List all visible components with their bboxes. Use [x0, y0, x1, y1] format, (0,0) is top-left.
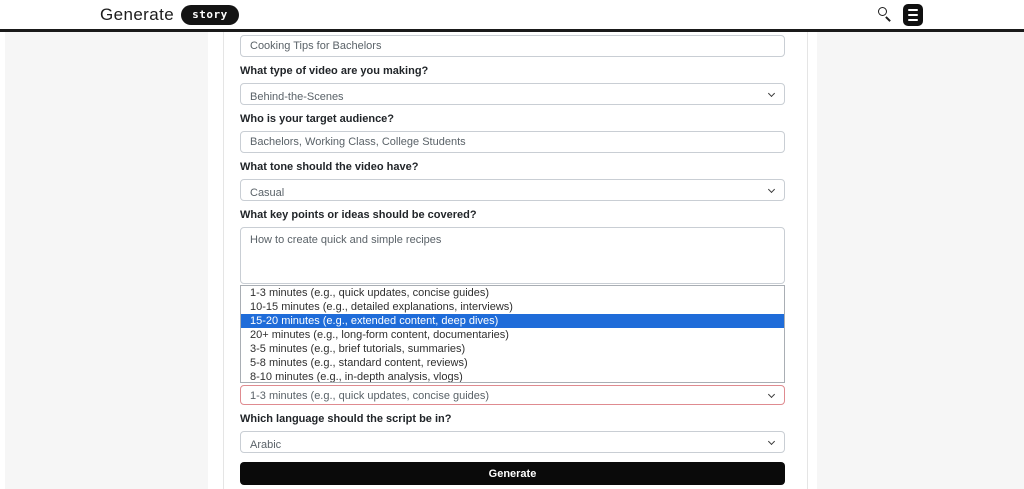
duration-option[interactable]: 3-5 minutes (e.g., brief tutorials, summ… — [241, 342, 784, 356]
generate-button[interactable]: Generate — [240, 462, 785, 485]
duration-option[interactable]: 15-20 minutes (e.g., extended content, d… — [241, 314, 784, 328]
audience-input[interactable] — [240, 131, 785, 153]
tone-label: What tone should the video have? — [240, 161, 419, 173]
duration-option[interactable]: 8-10 minutes (e.g., in-depth analysis, v… — [241, 370, 784, 382]
duration-option[interactable]: 5-8 minutes (e.g., standard content, rev… — [241, 356, 784, 370]
duration-dropdown-list: 1-3 minutes (e.g., quick updates, concis… — [240, 285, 785, 383]
video-type-select[interactable]: Behind-the-Scenes — [240, 83, 785, 105]
search-icon[interactable] — [878, 7, 893, 22]
key-points-label: What key points or ideas should be cover… — [240, 209, 477, 221]
story-form: What type of video are you making? Behin… — [240, 35, 785, 485]
journal-icon[interactable] — [903, 4, 923, 26]
duration-option[interactable]: 20+ minutes (e.g., long-form content, do… — [241, 328, 784, 342]
brand: Generate story — [100, 3, 239, 27]
story-badge: story — [181, 5, 239, 25]
language-select[interactable]: Arabic — [240, 431, 785, 453]
tone-value: Casual — [250, 187, 285, 199]
language-value: Arabic — [250, 439, 282, 451]
duration-option[interactable]: 1-3 minutes (e.g., quick updates, concis… — [241, 286, 784, 300]
duration-value: 1-3 minutes (e.g., quick updates, concis… — [250, 390, 490, 402]
duration-select[interactable]: 1-3 minutes (e.g., quick updates, concis… — [240, 385, 785, 405]
duration-option[interactable]: 10-15 minutes (e.g., detailed explanatio… — [241, 300, 784, 314]
key-points-textarea[interactable]: How to create quick and simple recipes — [240, 227, 785, 284]
left-panel — [5, 32, 208, 489]
right-panel — [817, 32, 1024, 489]
tone-select[interactable]: Casual — [240, 179, 785, 201]
video-type-value: Behind-the-Scenes — [250, 91, 344, 103]
audience-label: Who is your target audience? — [240, 113, 395, 125]
topic-input[interactable] — [240, 35, 785, 57]
language-label: Which language should the script be in? — [240, 413, 452, 425]
top-header: Generate story — [0, 0, 1024, 29]
app-title: Generate — [100, 5, 175, 24]
app-window: Generate story What type of video are yo… — [0, 0, 1024, 489]
video-type-label: What type of video are you making? — [240, 65, 429, 77]
